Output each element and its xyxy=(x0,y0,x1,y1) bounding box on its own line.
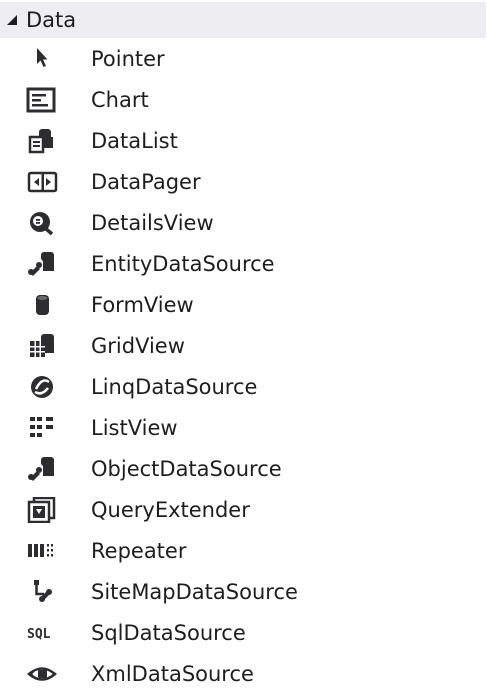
toolbox-item-label: SiteMapDataSource xyxy=(91,580,298,604)
toolbox-item-label: XmlDataSource xyxy=(91,662,254,686)
expanded-caret-icon[interactable] xyxy=(7,15,17,25)
datapager-icon xyxy=(25,169,60,195)
toolbox-item-label: Chart xyxy=(91,88,149,112)
toolbox-item-datalist[interactable]: DataList xyxy=(0,120,486,161)
toolbox-item-label: ObjectDataSource xyxy=(91,457,282,481)
linqdatasource-icon xyxy=(25,374,60,400)
toolbox-item-label: Pointer xyxy=(91,47,165,71)
sqldatasource-icon: SQL xyxy=(25,620,60,646)
toolbox-item-label: DataPager xyxy=(91,170,201,194)
toolbox-item-label: Repeater xyxy=(91,539,187,563)
toolbox-item-formview[interactable]: FormView xyxy=(0,284,486,325)
gridview-icon xyxy=(25,333,60,359)
toolbox-item-label: EntityDataSource xyxy=(91,252,275,276)
toolbox-item-listview[interactable]: ListView xyxy=(0,407,486,448)
toolbox-item-pointer[interactable]: Pointer xyxy=(0,38,486,79)
xmldatasource-icon xyxy=(25,661,60,687)
toolbox-item-label: QueryExtender xyxy=(91,498,250,522)
toolbox-item-label: SqlDataSource xyxy=(91,621,246,645)
sitemapdatasource-icon xyxy=(25,579,60,605)
toolbox-item-label: ListView xyxy=(91,416,178,440)
toolbox-item-list: Pointer Chart DataList DataPager Details… xyxy=(0,38,486,694)
toolbox-item-linqdatasource[interactable]: LinqDataSource xyxy=(0,366,486,407)
datalist-icon xyxy=(25,128,60,154)
toolbox-item-label: GridView xyxy=(91,334,185,358)
toolbox-item-sqldatasource[interactable]: SQL SqlDataSource xyxy=(0,612,486,653)
toolbox-item-label: DetailsView xyxy=(91,211,214,235)
category-title: Data xyxy=(26,8,77,32)
repeater-icon xyxy=(25,538,60,564)
toolbox-item-gridview[interactable]: GridView xyxy=(0,325,486,366)
toolbox-item-objectdatasource[interactable]: ObjectDataSource xyxy=(0,448,486,489)
toolbox-item-label: LinqDataSource xyxy=(91,375,258,399)
entitydatasource-icon xyxy=(25,251,60,277)
toolbox-item-entitydatasource[interactable]: EntityDataSource xyxy=(0,243,486,284)
toolbox-item-sitemapdatasource[interactable]: SiteMapDataSource xyxy=(0,571,486,612)
objectdatasource-icon xyxy=(25,456,60,482)
toolbox-item-chart[interactable]: Chart xyxy=(0,79,486,120)
chart-icon xyxy=(25,87,60,113)
detailsview-icon xyxy=(25,210,60,236)
toolbox-item-queryextender[interactable]: QueryExtender xyxy=(0,489,486,530)
pointer-icon xyxy=(25,46,60,72)
toolbox-item-datapager[interactable]: DataPager xyxy=(0,161,486,202)
toolbox-item-xmldatasource[interactable]: XmlDataSource xyxy=(0,653,486,694)
queryextender-icon xyxy=(25,497,60,523)
toolbox-category-header[interactable]: Data xyxy=(0,2,486,38)
svg-text:SQL: SQL xyxy=(27,627,51,642)
toolbox-item-detailsview[interactable]: DetailsView xyxy=(0,202,486,243)
toolbox-item-repeater[interactable]: Repeater xyxy=(0,530,486,571)
listview-icon xyxy=(25,415,60,441)
formview-icon xyxy=(25,292,60,318)
toolbox-item-label: FormView xyxy=(91,293,194,317)
toolbox-item-label: DataList xyxy=(91,129,178,153)
